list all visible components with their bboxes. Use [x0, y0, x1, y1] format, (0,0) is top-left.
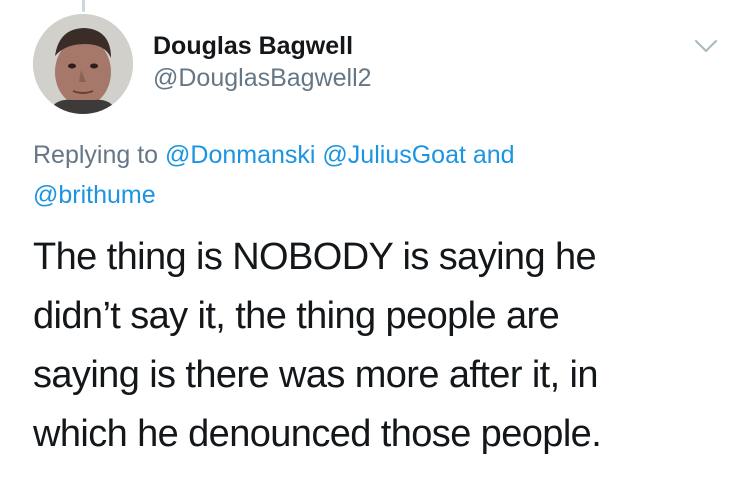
reply-context: Replying to @Donmanski @JuliusGoat and @… — [33, 135, 723, 215]
mention-link[interactable]: @Donmanski — [165, 141, 315, 169]
tweet-text-line: The thing is NOBODY is saying he — [33, 236, 597, 278]
reply-conjunction: and — [472, 141, 515, 169]
reply-prefix: Replying to — [33, 141, 159, 169]
tweet-text-line: which he denounced those people. — [33, 413, 602, 455]
tweet-text: The thing is NOBODY is saying he didn’t … — [33, 228, 733, 464]
mention-link[interactable]: @brithume — [33, 181, 156, 209]
chevron-down-icon[interactable] — [692, 36, 720, 56]
avatar-photo — [33, 14, 133, 114]
tweet-text-line: saying is there was more after it, in — [33, 354, 599, 396]
author-display-name[interactable]: Douglas Bagwell — [153, 30, 372, 62]
tweet-author[interactable]: Douglas Bagwell @DouglasBagwell2 — [153, 30, 372, 94]
author-handle[interactable]: @DouglasBagwell2 — [153, 62, 372, 94]
mention-link[interactable]: @JuliusGoat — [322, 141, 466, 169]
avatar[interactable] — [33, 14, 133, 114]
thread-connector-line — [82, 0, 85, 12]
tweet-text-line: didn’t say it, the thing people are — [33, 295, 560, 337]
